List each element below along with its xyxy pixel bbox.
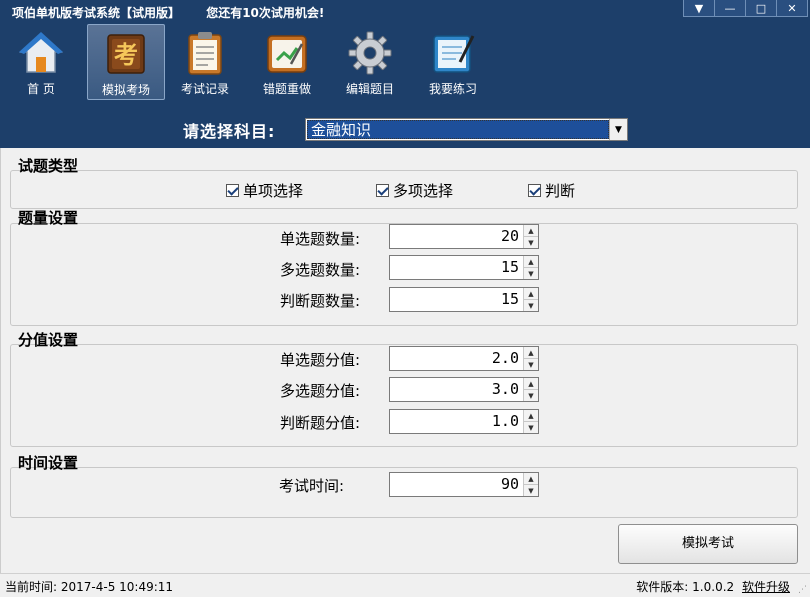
tf-count-label: 判断题数量: (279, 292, 360, 310)
subject-selected-value: 金融知识 (307, 120, 609, 139)
up-arrow-icon[interactable]: ▲ (524, 288, 538, 299)
up-arrow-icon[interactable]: ▲ (524, 410, 538, 421)
tf-score-label: 判断题分值: (279, 414, 360, 432)
multi-count-label: 多选题数量: (279, 261, 360, 279)
chevron-down-icon[interactable]: ▼ (609, 119, 627, 140)
stepper-value[interactable]: 1.0 (390, 410, 523, 433)
home-icon (19, 32, 63, 73)
toolbar-label-home: 首 页 (27, 82, 55, 96)
subject-label: 请选择科目: (183, 122, 276, 141)
stepper-value[interactable]: 15 (390, 288, 523, 311)
checkbox-checked-icon[interactable] (376, 184, 389, 197)
up-arrow-icon[interactable]: ▲ (524, 347, 538, 358)
tf-count-stepper[interactable]: 15 ▲ ▼ (389, 287, 539, 312)
maximize-button[interactable]: □ (745, 0, 777, 17)
quantity-title: 题量设置 (18, 209, 79, 227)
down-arrow-icon[interactable]: ▼ (524, 389, 538, 401)
toolbar-item-exam-records[interactable]: 考试记录 (166, 24, 244, 100)
checkbox-true-false[interactable]: 判断 (528, 180, 575, 201)
stepper-value[interactable]: 15 (390, 256, 523, 279)
time-title: 时间设置 (18, 454, 79, 472)
checkbox-label: 判断 (545, 182, 576, 200)
stepper-value[interactable]: 20 (390, 225, 523, 248)
checkbox-multiple-choice[interactable]: 多项选择 (376, 180, 453, 201)
tf-score-stepper[interactable]: 1.0 ▲ ▼ (389, 409, 539, 434)
toolbar-item-practice[interactable]: 我要练习 (414, 24, 492, 100)
toolbar-item-mock-exam[interactable]: 考 模拟考场 (87, 24, 165, 100)
app-title: 项伯单机版考试系统【试用版】 (12, 6, 181, 20)
toolbar-label-exam-records: 考试记录 (180, 82, 229, 96)
subject-dropdown[interactable]: 金融知识 ▼ (305, 118, 628, 141)
current-time: 当前时间: 2017-4-5 10:49:11 (5, 578, 173, 595)
multi-score-label: 多选题分值: (279, 382, 360, 400)
start-mock-exam-button[interactable]: 模拟考试 (618, 524, 798, 564)
down-arrow-icon[interactable]: ▼ (524, 267, 538, 279)
minimize-button[interactable]: — (714, 0, 746, 17)
redo-notebook-icon (267, 35, 307, 73)
up-arrow-icon[interactable]: ▲ (524, 378, 538, 389)
menu-dropdown-button[interactable]: ▼ (683, 0, 715, 17)
down-arrow-icon[interactable]: ▼ (524, 236, 538, 248)
upgrade-link[interactable]: 软件升级 (742, 580, 790, 594)
stepper-value[interactable]: 90 (390, 473, 523, 496)
status-bar: 当前时间: 2017-4-5 10:49:11 软件版本: 1.0.0.2 软件… (0, 573, 810, 597)
up-arrow-icon[interactable]: ▲ (524, 473, 538, 484)
scores-title: 分值设置 (18, 331, 79, 349)
exam-time-label: 考试时间: (278, 477, 344, 495)
window-controls: ▼ — □ ✕ (683, 0, 808, 17)
down-arrow-icon[interactable]: ▼ (524, 358, 538, 370)
question-types-title: 试题类型 (18, 157, 79, 175)
single-count-stepper[interactable]: 20 ▲ ▼ (389, 224, 539, 249)
down-arrow-icon[interactable]: ▼ (524, 299, 538, 311)
up-arrow-icon[interactable]: ▲ (524, 256, 538, 267)
toolbar-label-practice: 我要练习 (428, 82, 477, 96)
close-button[interactable]: ✕ (776, 0, 808, 17)
trial-notice: 您还有10次试用机会! (206, 6, 325, 20)
resize-grip-icon[interactable]: ⋰ (798, 585, 808, 595)
gear-icon (348, 31, 392, 75)
stepper-value[interactable]: 2.0 (390, 347, 523, 370)
svg-text:考: 考 (114, 41, 138, 69)
clipboard-icon (188, 32, 222, 75)
down-arrow-icon[interactable]: ▼ (524, 421, 538, 433)
checkbox-checked-icon[interactable] (226, 184, 239, 197)
single-score-label: 单选题分值: (279, 351, 360, 369)
down-arrow-icon[interactable]: ▼ (524, 484, 538, 496)
checkbox-checked-icon[interactable] (528, 184, 541, 197)
multi-score-stepper[interactable]: 3.0 ▲ ▼ (389, 377, 539, 402)
version-info: 软件版本: 1.0.0.2 软件升级 (636, 578, 790, 595)
exam-time-stepper[interactable]: 90 ▲ ▼ (389, 472, 539, 497)
window-title: 项伯单机版考试系统【试用版】 您还有10次试用机会! (12, 4, 324, 21)
current-time-value: 2017-4-5 10:49:11 (60, 580, 174, 594)
checkbox-single-choice[interactable]: 单项选择 (226, 180, 303, 201)
checkbox-label: 单项选择 (243, 182, 304, 200)
version-label: 软件版本: (636, 580, 689, 594)
toolbar-label-mock-exam: 模拟考场 (101, 83, 150, 97)
single-score-stepper[interactable]: 2.0 ▲ ▼ (389, 346, 539, 371)
header-bar: 项伯单机版考试系统【试用版】 您还有10次试用机会! ▼ — □ ✕ 首 页 考… (0, 0, 810, 148)
stepper-value[interactable]: 3.0 (390, 378, 523, 401)
toolbar-item-edit-questions[interactable]: 编辑题目 (331, 24, 409, 100)
toolbar-label-edit-questions: 编辑题目 (345, 82, 394, 96)
single-count-label: 单选题数量: (279, 230, 360, 248)
toolbar-label-redo-wrong: 错题重做 (262, 82, 311, 96)
current-time-label: 当前时间: (5, 580, 58, 594)
version-value: 1.0.0.2 (692, 580, 735, 594)
toolbar-item-redo-wrong[interactable]: 错题重做 (248, 24, 326, 100)
exam-icon: 考 (107, 34, 145, 74)
toolbar-item-home[interactable]: 首 页 (2, 24, 80, 100)
practice-book-icon (433, 35, 475, 73)
checkbox-label: 多项选择 (393, 182, 454, 200)
multi-count-stepper[interactable]: 15 ▲ ▼ (389, 255, 539, 280)
up-arrow-icon[interactable]: ▲ (524, 225, 538, 236)
